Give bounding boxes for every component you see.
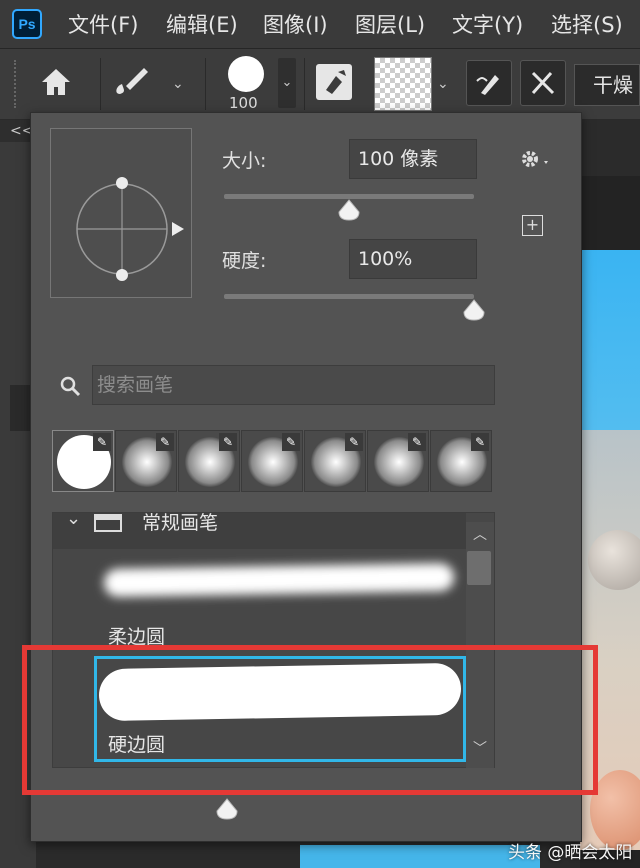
brush-search-input[interactable]: 搜索画笔	[92, 365, 495, 405]
menu-edit[interactable]: 编辑(E)	[166, 9, 238, 39]
divider	[100, 58, 101, 110]
preset-soft-round[interactable]: ✎	[304, 430, 366, 492]
chevron-down-icon[interactable]: ⌄	[437, 76, 449, 92]
chevron-down-icon[interactable]: ⌄	[172, 76, 184, 92]
preset-soft-round[interactable]: ✎	[367, 430, 429, 492]
watermark-text: 头条 @晒会太阳	[508, 843, 633, 863]
preset-soft-round[interactable]: ✎	[178, 430, 240, 492]
hardness-slider-thumb[interactable]	[463, 299, 485, 325]
preset-hard-round[interactable]: ✎	[52, 430, 114, 492]
sample-all-layers-toggle[interactable]	[520, 60, 566, 106]
group-name: 常规画笔	[142, 512, 219, 532]
swatch-preview[interactable]	[374, 57, 432, 111]
menu-select[interactable]: 选择(S)	[551, 9, 623, 39]
airbrush-toggle[interactable]	[466, 60, 512, 106]
scroll-up-icon[interactable]: ︿	[473, 524, 487, 544]
gear-icon[interactable]	[518, 147, 554, 177]
brush-settings-icon[interactable]	[316, 64, 352, 100]
brush-icon: ✎	[93, 433, 111, 451]
preset-soft-round[interactable]: ✎	[115, 430, 177, 492]
home-icon[interactable]	[38, 64, 74, 104]
hardness-slider[interactable]	[224, 294, 474, 299]
divider	[304, 58, 305, 110]
brush-icon: ✎	[471, 433, 489, 451]
size-slider-thumb[interactable]	[338, 199, 360, 225]
folder-icon	[94, 514, 122, 532]
preset-soft-round[interactable]: ✎	[241, 430, 303, 492]
brush-picker-dropdown[interactable]: ⌄	[278, 58, 296, 108]
preset-soft-round[interactable]: ✎	[430, 430, 492, 492]
brush-tool-icon[interactable]	[112, 64, 160, 108]
brush-icon: ✎	[408, 433, 426, 451]
brush-angle-preview[interactable]	[50, 128, 192, 298]
brush-icon: ✎	[345, 433, 363, 451]
sphere-shape	[588, 530, 640, 590]
brush-icon: ✎	[282, 433, 300, 451]
new-preset-button[interactable]: +	[522, 215, 543, 236]
scrollbar-thumb[interactable]	[467, 551, 491, 585]
size-label: 大小:	[222, 150, 267, 172]
resize-handle[interactable]	[216, 798, 238, 824]
menu-layer[interactable]: 图层(L)	[355, 9, 425, 39]
size-field[interactable]: 100 像素	[349, 139, 477, 179]
menu-type[interactable]: 文字(Y)	[452, 9, 523, 39]
canvas-image-strip	[300, 845, 540, 868]
highlight-annotation	[22, 645, 598, 795]
mix-mode-select[interactable]: 干燥	[574, 64, 640, 106]
hardness-field[interactable]: 100%	[349, 239, 477, 279]
brush-size-label: 100	[229, 94, 258, 112]
search-icon	[58, 374, 82, 402]
hardness-label: 硬度:	[222, 250, 267, 272]
chevron-down-icon[interactable]: ⌄	[66, 508, 81, 529]
brush-tip-preview[interactable]	[228, 56, 264, 92]
brush-icon: ✎	[219, 433, 237, 451]
menu-file[interactable]: 文件(F)	[68, 9, 138, 39]
menu-image[interactable]: 图像(I)	[263, 9, 328, 39]
canvas-image-sky	[580, 250, 640, 430]
brush-icon: ✎	[156, 433, 174, 451]
grip-handle[interactable]	[14, 60, 19, 108]
divider	[205, 58, 206, 110]
photoshop-logo: Ps	[12, 9, 42, 39]
